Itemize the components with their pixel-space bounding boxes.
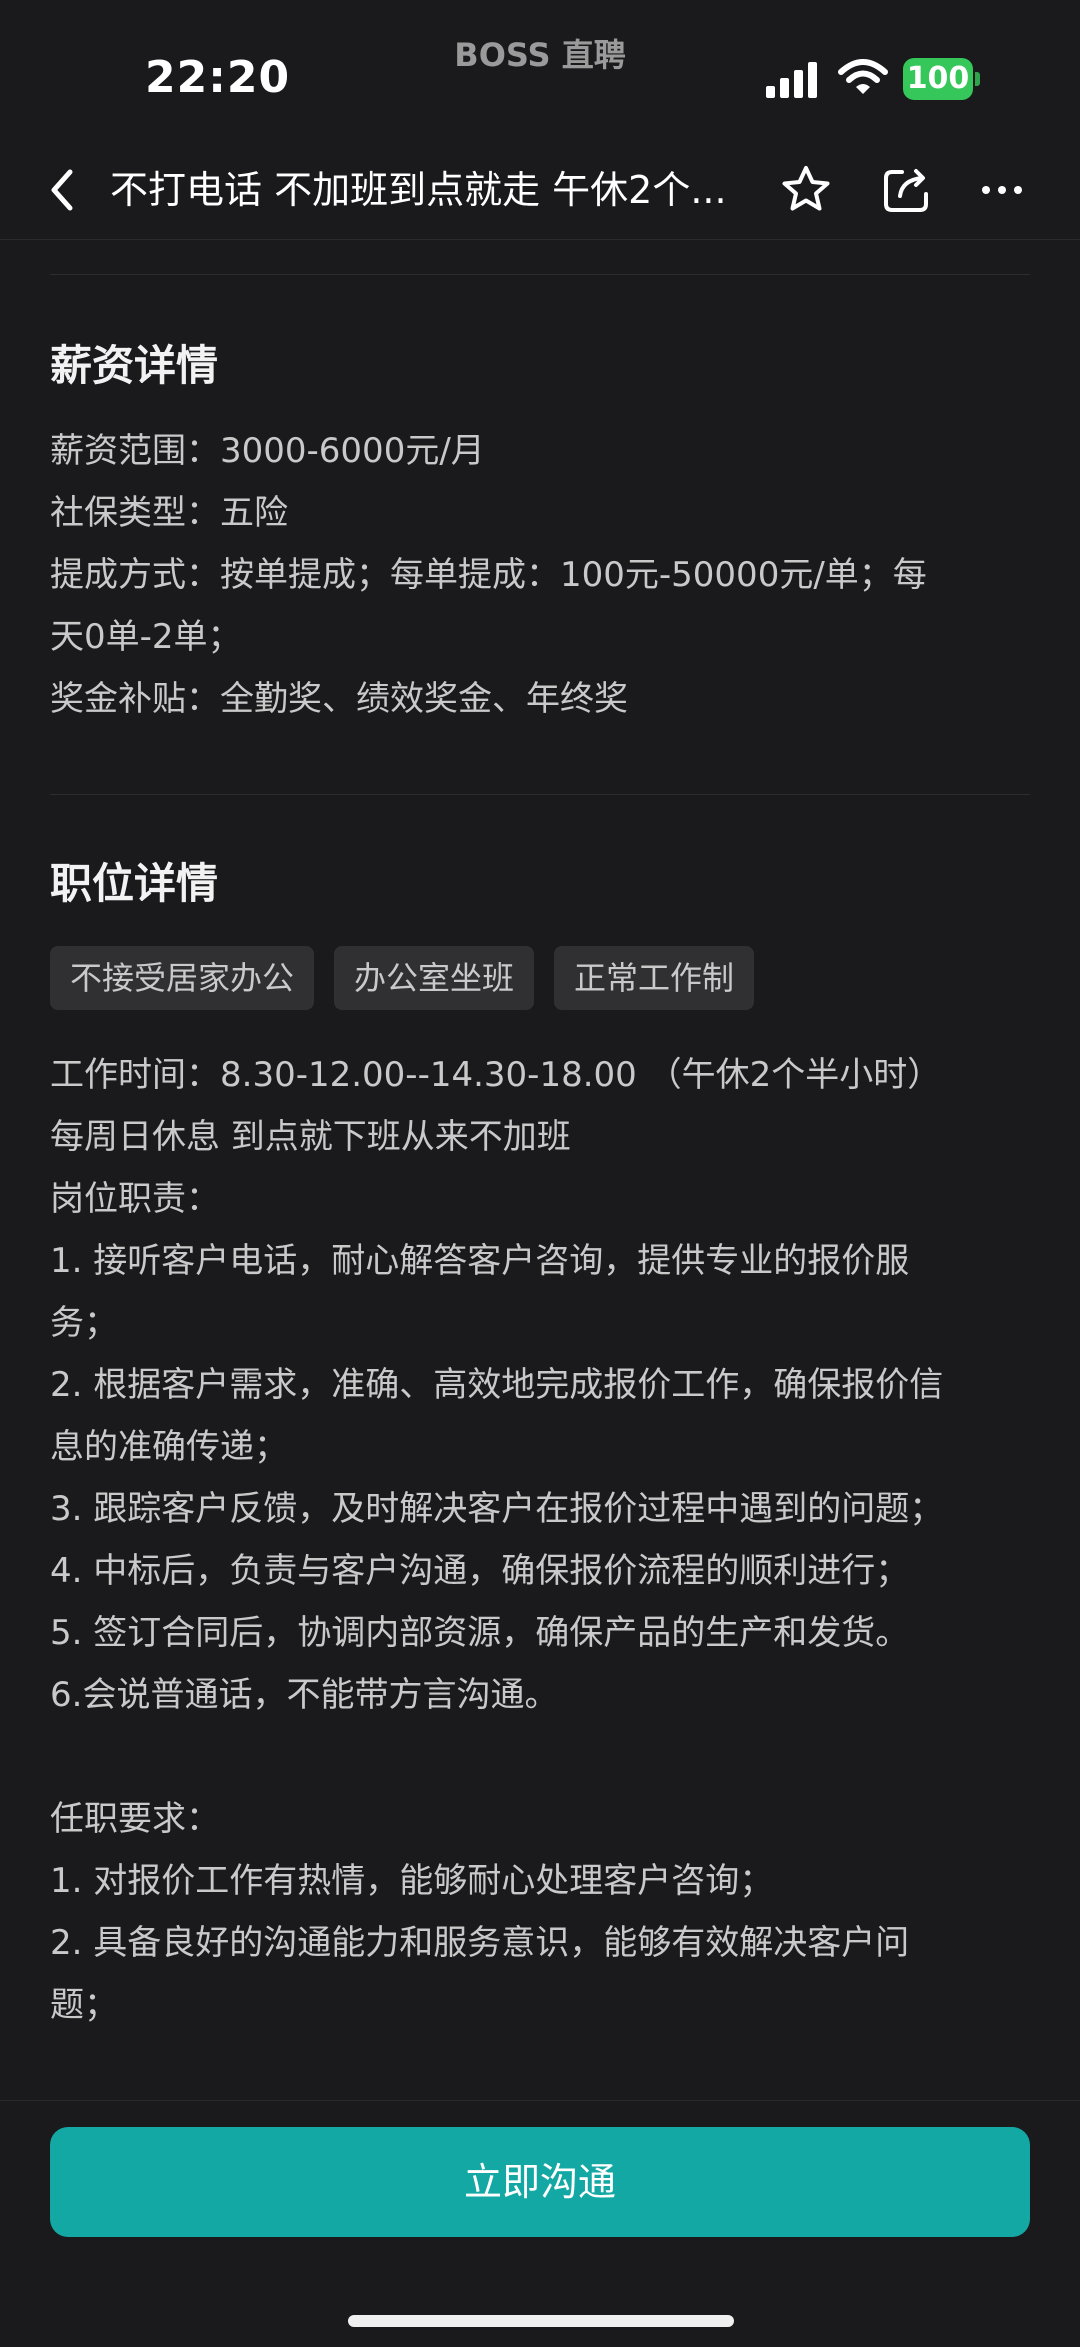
- detail-line: 2. 具备良好的沟通能力和服务意识，能够有效解决客户问: [50, 1923, 910, 1963]
- star-icon[interactable]: [776, 160, 836, 220]
- detail-line: 1. 接听客户电话，耐心解答客户咨询，提供专业的报价服: [50, 1241, 910, 1281]
- detail-line: 2. 根据客户需求，准确、高效地完成报价工作，确保报价信: [50, 1365, 944, 1405]
- position-section-title: 职位详情: [50, 859, 219, 908]
- salary-line: 薪资范围：3000-6000元/月: [50, 431, 485, 471]
- salary-line: 天0单-2单；: [50, 617, 242, 657]
- chat-now-button[interactable]: 立即沟通: [50, 2127, 1030, 2237]
- detail-line: 任职要求：: [50, 1799, 220, 1839]
- tag-list: 不接受居家办公 办公室坐班 正常工作制: [50, 946, 755, 1010]
- detail-line: 工作时间：8.30-12.00--14.30-18.00 （午休2个半小时）: [50, 1055, 942, 1095]
- section-divider: [50, 794, 1030, 795]
- battery-level: 100: [906, 61, 970, 96]
- battery-cap: [975, 72, 980, 86]
- tag: 办公室坐班: [334, 946, 535, 1010]
- detail-line: 1. 对报价工作有热情，能够耐心处理客户咨询；: [50, 1861, 774, 1901]
- nav-bar: 不打电话 不加班到点就走 午休2个...: [0, 140, 1080, 240]
- page-title: 不打电话 不加班到点就走 午休2个...: [110, 168, 727, 212]
- more-icon[interactable]: [972, 160, 1032, 220]
- detail-line: [50, 1726, 1010, 1788]
- detail-line: 6.会说普通话，不能带方言沟通。: [50, 1675, 559, 1715]
- salary-line: 社保类型：五险: [50, 493, 288, 533]
- detail-line: 息的准确传递；: [50, 1427, 288, 1467]
- back-icon[interactable]: [36, 160, 92, 220]
- section-divider: [50, 274, 1030, 275]
- bottom-action-bar: 立即沟通: [0, 2100, 1080, 2347]
- detail-line: 5. 签订合同后，协调内部资源，确保产品的生产和发货。: [50, 1613, 910, 1653]
- detail-line: 务；: [50, 1303, 118, 1343]
- detail-line: 每周日休息 到点就下班从来不加班: [50, 1117, 571, 1157]
- share-icon[interactable]: [876, 160, 936, 220]
- detail-line: 题；: [50, 1985, 118, 2025]
- salary-details: 薪资范围：3000-6000元/月 社保类型：五险 提成方式：按单提成；每单提成…: [50, 420, 1010, 730]
- position-details: 工作时间：8.30-12.00--14.30-18.00 （午休2个半小时） 每…: [50, 1044, 1010, 2036]
- salary-section-title: 薪资详情: [50, 341, 219, 390]
- tag: 正常工作制: [554, 946, 755, 1010]
- salary-line: 提成方式：按单提成；每单提成：100元-50000元/单；每: [50, 555, 927, 595]
- cellular-signal-icon: [766, 62, 817, 98]
- tag: 不接受居家办公: [50, 946, 315, 1010]
- wifi-icon: [838, 59, 888, 94]
- detail-line: 3. 跟踪客户反馈，及时解决客户在报价过程中遇到的问题；: [50, 1489, 944, 1529]
- salary-line: 奖金补贴：全勤奖、绩效奖金、年终奖: [50, 679, 628, 719]
- job-detail-content[interactable]: 薪资详情 薪资范围：3000-6000元/月 社保类型：五险 提成方式：按单提成…: [0, 240, 1080, 2100]
- battery-icon: 100: [903, 58, 980, 100]
- detail-line: 岗位职责：: [50, 1179, 220, 1219]
- home-indicator[interactable]: [348, 2315, 734, 2327]
- detail-line: 4. 中标后，负责与客户沟通，确保报价流程的顺利进行；: [50, 1551, 910, 1591]
- status-bar: 22:20 BOSS 直聘 100: [0, 0, 1080, 140]
